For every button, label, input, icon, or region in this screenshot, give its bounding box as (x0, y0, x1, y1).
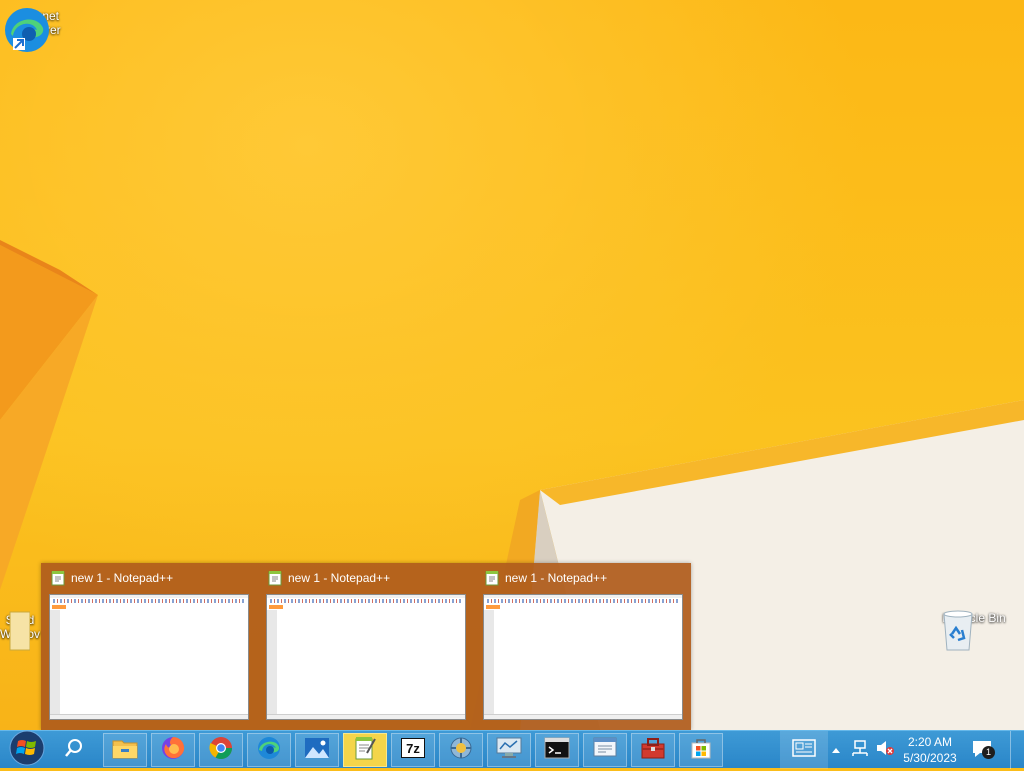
firefox-icon (160, 735, 186, 766)
windows-start-icon (9, 730, 45, 771)
taskbar-notepad-plus-plus-button[interactable] (343, 733, 387, 767)
photos-icon (304, 737, 330, 764)
taskbar-file-explorer-button[interactable] (103, 733, 147, 767)
command-prompt-icon (544, 737, 570, 764)
thumbnail-window[interactable]: new 1 - Notepad++ (41, 563, 256, 730)
taskbar-system-tool-button[interactable] (439, 733, 483, 767)
search-button[interactable] (54, 731, 94, 769)
network-icon (850, 739, 870, 762)
store-icon (689, 736, 713, 765)
action-center-button[interactable]: 1 (966, 731, 1000, 769)
thumbnail-image (49, 594, 249, 720)
show-hidden-icons-button[interactable] (828, 731, 844, 769)
chevron-up-icon (831, 741, 841, 759)
taskbar-store-button[interactable] (679, 733, 723, 767)
clock-time: 2:20 AM (907, 735, 953, 749)
thumbnail-image (483, 594, 683, 720)
taskbar-chrome-button[interactable] (199, 733, 243, 767)
search-icon (63, 737, 85, 764)
taskbar-command-prompt-button[interactable] (535, 733, 579, 767)
start-button[interactable] (4, 730, 50, 771)
notepad-plus-plus-icon (484, 570, 500, 591)
network-tray-button[interactable] (848, 731, 872, 769)
notepad-plus-plus-icon (353, 735, 377, 766)
clock[interactable]: 2:20 AM 5/30/2023 (898, 731, 962, 769)
desktop-icon-recycle-bin[interactable]: Recycle Bin (938, 608, 1010, 651)
notification-count-badge: 1 (982, 746, 995, 759)
volume-tray-button[interactable] (874, 731, 896, 769)
edge-icon (256, 735, 282, 766)
taskbar-7zip-button[interactable]: 7z (391, 733, 435, 767)
monitor-app-icon (495, 736, 523, 765)
taskbar-document-viewer-button[interactable] (583, 733, 627, 767)
toolbox-icon (640, 736, 666, 765)
notepad-plus-plus-icon (267, 570, 283, 591)
file-explorer-icon (112, 737, 138, 764)
thumbnail-title: new 1 - Notepad++ (71, 571, 174, 585)
taskbar-toolbox-button[interactable] (631, 733, 675, 767)
svg-text:7z: 7z (406, 741, 420, 756)
taskbar-photos-button[interactable] (295, 733, 339, 767)
volume-muted-icon (875, 739, 895, 762)
notepad-plus-plus-icon (50, 570, 66, 591)
taskbar-edge-button[interactable] (247, 733, 291, 767)
thumbnail-image (266, 594, 466, 720)
thumbnail-window[interactable]: new 1 - Notepad++ (258, 563, 473, 730)
thumbnail-title: new 1 - Notepad++ (288, 571, 391, 585)
show-desktop-button[interactable] (1010, 731, 1024, 769)
taskbar-thumbnail-preview: new 1 - Notepad++ new 1 - Notepad++ new … (41, 563, 691, 730)
chrome-icon (208, 735, 234, 766)
taskbar-firefox-button[interactable] (151, 733, 195, 767)
clock-date: 5/30/2023 (903, 751, 957, 765)
desktop-icon-internet-explorer[interactable]: internet explorer (3, 6, 75, 52)
system-tool-icon (448, 735, 474, 766)
thumbnail-title: new 1 - Notepad++ (505, 571, 608, 585)
notification-icon: 1 (971, 739, 995, 761)
taskbar-monitor-app-button[interactable] (487, 733, 531, 767)
7zip-icon: 7z (400, 737, 426, 764)
taskbar: 7z 2:20 AM 5/30/2023 1 (0, 730, 1024, 771)
news-icon (792, 738, 816, 762)
document-viewer-icon (592, 736, 618, 765)
thumbnail-window[interactable]: new 1 - Notepad++ (475, 563, 690, 730)
news-widget-button[interactable] (780, 731, 828, 769)
